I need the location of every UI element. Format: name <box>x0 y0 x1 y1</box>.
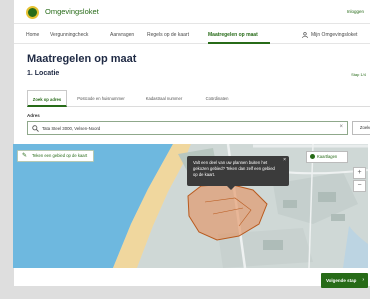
address-input[interactable]: Tata Steel 3000, Velsen-Noord × <box>27 121 348 135</box>
nav-item-maatregelen-op-maat[interactable]: Maatregelen op maat <box>208 32 258 38</box>
location-tabs: Zoek op adres Postcode en huisnummer Kad… <box>27 90 370 107</box>
brand-name[interactable]: Omgevingsloket <box>45 7 99 16</box>
chevron-right-icon: › <box>362 277 364 283</box>
pencil-icon: ✎ <box>22 153 28 159</box>
login-link[interactable]: Inloggen <box>347 9 364 14</box>
close-icon[interactable]: × <box>283 157 286 163</box>
user-icon <box>302 32 308 38</box>
search-icon <box>32 125 39 132</box>
search-button[interactable]: Zoeken <box>352 121 370 135</box>
nav-item-regels-op-de-kaart[interactable]: Regels op de kaart <box>147 32 189 38</box>
tooltip-text: Valt een deel van uw plannen buiten het … <box>193 160 275 177</box>
nav-item-aanvragen[interactable]: Aanvragen <box>110 32 134 38</box>
nav-active-indicator <box>208 42 270 44</box>
map-layers-button[interactable]: Kaartlagen <box>306 151 348 163</box>
map-tooltip: Valt een deel van uw plannen buiten het … <box>187 156 289 190</box>
step-title: 1. Locatie <box>27 70 60 77</box>
layers-icon <box>310 154 315 159</box>
page-title: Maatregelen op maat <box>27 53 137 65</box>
account-link[interactable]: Mijn Omgevingsloket <box>311 32 357 38</box>
tab-coordinaten[interactable]: Coördinaten <box>195 90 239 107</box>
zoom-in-button[interactable]: + <box>353 167 366 179</box>
tab-postcode-en-huisnummer[interactable]: Postcode en huisnummer <box>69 90 133 107</box>
tab-kadastraal-nummer[interactable]: Kadastraal nummer <box>135 90 193 107</box>
draw-area-label: Teken een gebied op de kaart <box>32 153 88 158</box>
draw-area-button[interactable]: ✎ Teken een gebied op de kaart <box>17 150 95 162</box>
clear-icon[interactable]: × <box>339 124 343 130</box>
top-bar: Omgevingsloket Inloggen <box>14 0 370 24</box>
step-counter: Stap 1/4 <box>351 72 366 77</box>
main-nav: Home Vergunningcheck Aanvragen Regels op… <box>14 24 370 44</box>
next-step-button[interactable]: Volgende stap › <box>321 273 368 288</box>
address-value: Tata Steel 3000, Velsen-Noord <box>42 126 101 131</box>
map-layers-label: Kaartlagen <box>317 154 338 159</box>
logo-icon[interactable] <box>26 6 39 19</box>
tab-zoek-op-adres[interactable]: Zoek op adres <box>27 90 67 107</box>
zoom-out-button[interactable]: − <box>353 180 366 192</box>
next-step-label: Volgende stap <box>326 278 357 283</box>
nav-item-vergunningcheck[interactable]: Vergunningcheck <box>50 32 88 38</box>
nav-item-home[interactable]: Home <box>26 32 39 38</box>
address-label: Adres <box>27 113 40 118</box>
